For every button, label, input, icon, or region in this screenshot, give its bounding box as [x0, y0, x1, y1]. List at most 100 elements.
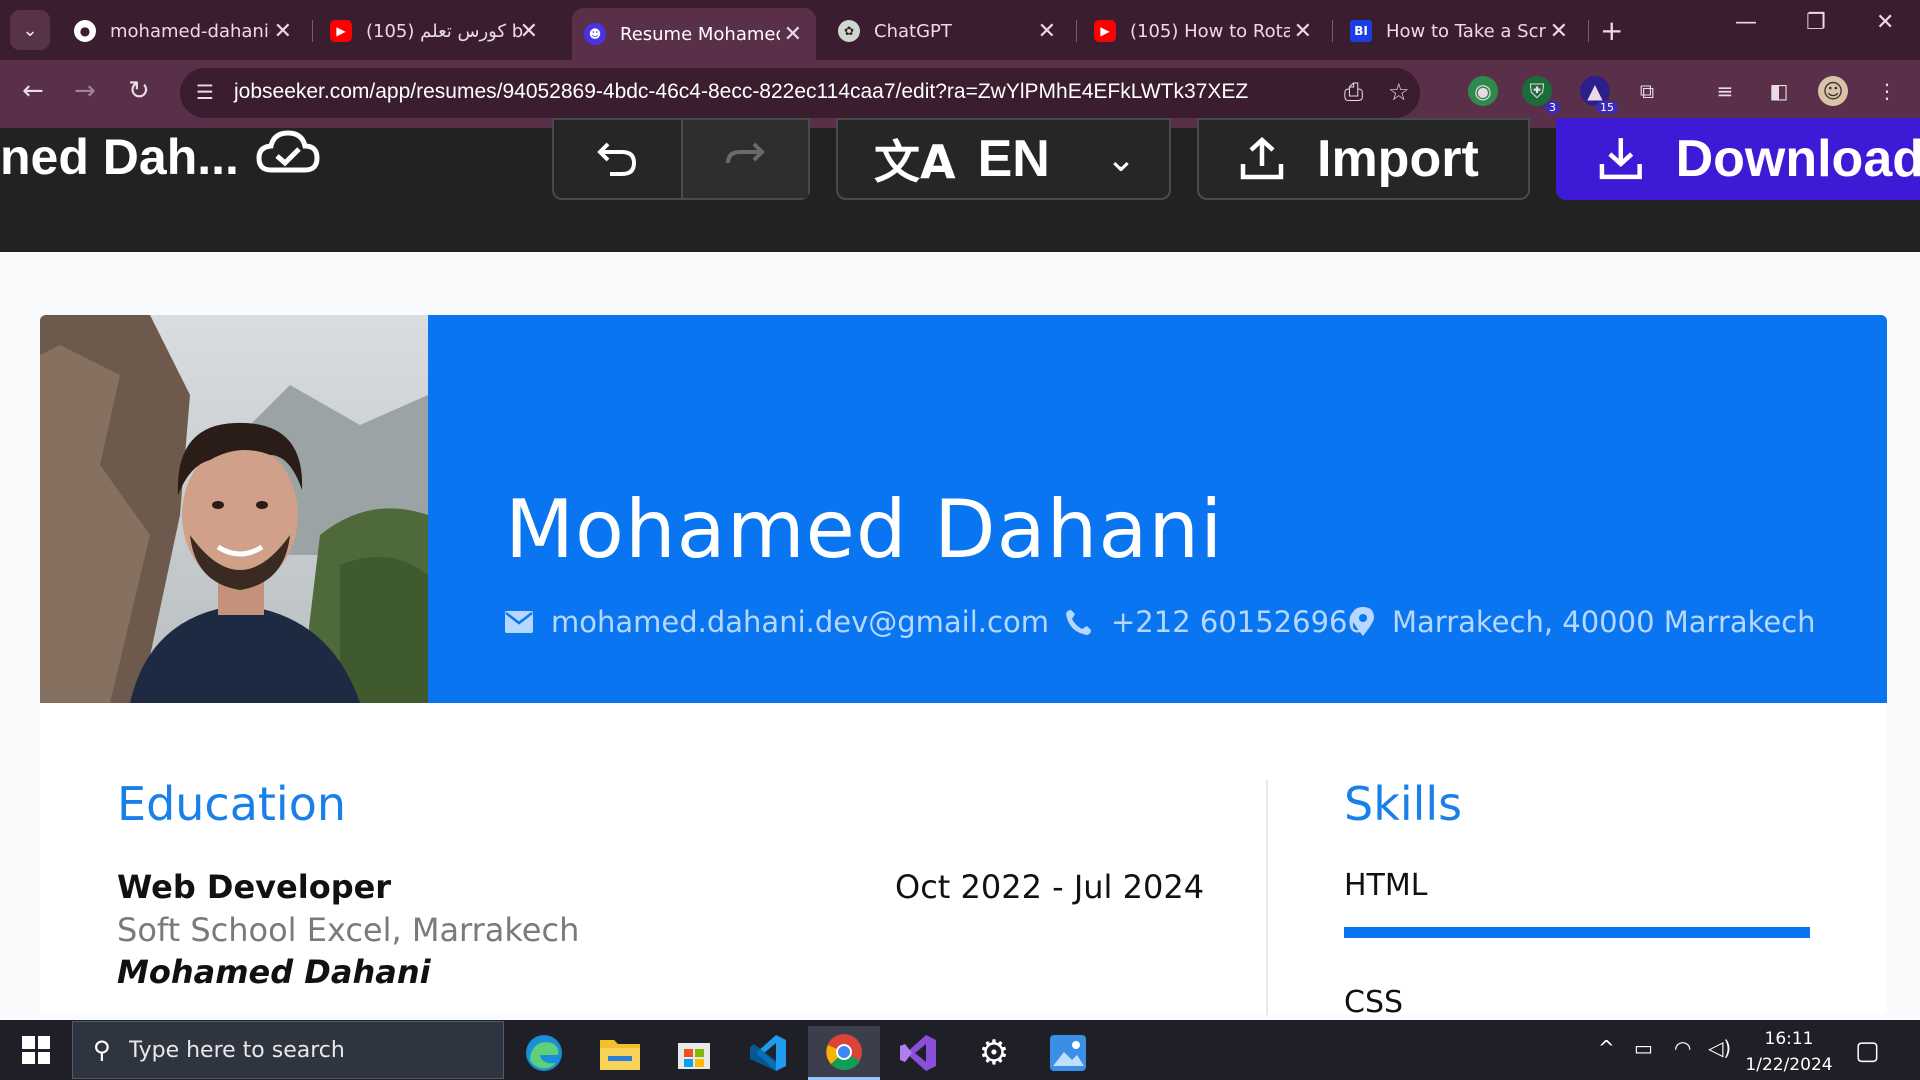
- close-icon[interactable]: ✕: [1550, 19, 1568, 44]
- tab-youtube-course[interactable]: ▶ (105) كورس تعلم b ✕: [318, 8, 552, 54]
- tab-youtube-rotate[interactable]: ▶ (105) How to Rotat ✕: [1082, 8, 1326, 54]
- show-hidden-icons-chevron-icon[interactable]: ^: [1598, 1036, 1615, 1060]
- reload-button[interactable]: ↻: [128, 76, 150, 106]
- notification-center-icon[interactable]: ▢: [1855, 1036, 1880, 1066]
- edge-icon: [526, 1035, 562, 1071]
- taskbar-chrome[interactable]: [808, 1026, 880, 1080]
- install-app-icon[interactable]: ⎙: [1344, 78, 1363, 106]
- contact-phone[interactable]: +212 601526966: [1065, 605, 1366, 639]
- contact-location[interactable]: Marrakech, 40000 Marrakech: [1352, 605, 1816, 639]
- wifi-icon[interactable]: ◠: [1674, 1036, 1691, 1060]
- tab-title: Resume Mohamed: [620, 23, 780, 45]
- chrome-icon: [826, 1033, 862, 1070]
- chrome-menu-icon[interactable]: ⋮: [1872, 76, 1902, 106]
- skill-level-fill: [1344, 927, 1810, 938]
- battery-icon[interactable]: ▭: [1634, 1036, 1653, 1060]
- translate-icon: 文A: [874, 135, 956, 189]
- undo-button[interactable]: [554, 120, 681, 198]
- extension-badge: 3: [1545, 101, 1560, 114]
- minimize-button[interactable]: —: [1735, 10, 1757, 35]
- skill-level-bar: [1344, 927, 1810, 938]
- tab-resume[interactable]: ☻ Resume Mohamed ✕: [572, 8, 816, 60]
- taskbar-photos[interactable]: [1032, 1026, 1104, 1080]
- extension-graduation-icon[interactable]: ▲ 15: [1580, 76, 1618, 114]
- taskbar-search-input[interactable]: [128, 1037, 409, 1063]
- candidate-name[interactable]: Mohamed Dahani: [505, 483, 1223, 576]
- back-button[interactable]: ←: [22, 76, 44, 106]
- taskbar-search[interactable]: ⚲: [72, 1021, 504, 1079]
- visual-studio-icon: [900, 1035, 936, 1071]
- tab-separator: [1588, 20, 1589, 42]
- close-icon[interactable]: ✕: [1038, 19, 1056, 44]
- close-window-button[interactable]: ✕: [1876, 10, 1894, 35]
- bookmark-star-icon[interactable]: ☆: [1388, 78, 1410, 106]
- folder-icon: [600, 1040, 640, 1070]
- education-person[interactable]: Mohamed Dahani: [117, 953, 431, 991]
- envelope-icon: [505, 611, 533, 633]
- resume-name[interactable]: ned Dah...: [0, 128, 239, 186]
- close-icon[interactable]: ✕: [784, 22, 802, 47]
- url-text[interactable]: jobseeker.com/app/resumes/94052869-4bdc-…: [234, 80, 1248, 104]
- tab-title: (105) كورس تعلم b: [366, 20, 524, 42]
- column-divider: [1266, 780, 1268, 1015]
- tab-title: mohamed-dahani-: [110, 20, 270, 42]
- upload-icon: [1240, 136, 1284, 180]
- skill-name[interactable]: CSS: [1344, 985, 1403, 1015]
- download-label: Download: [1675, 130, 1920, 188]
- skill-name[interactable]: HTML: [1344, 868, 1427, 903]
- resume-header-banner: Mohamed Dahani mohamed.dahani.dev@gmail.…: [40, 315, 1887, 703]
- chevron-down-icon: ⌄: [1105, 138, 1137, 180]
- cloud-saved-icon: [255, 128, 321, 191]
- media-control-icon[interactable]: ≡: [1710, 76, 1740, 106]
- windows-taskbar: ⚲ ⚙ ^ ▭ ◠ ◁) 16:11 1/22/2024 ▢: [0, 1020, 1920, 1080]
- chatgpt-icon: ✿: [838, 20, 860, 42]
- address-bar[interactable]: ☰ jobseeker.com/app/resumes/94052869-4bd…: [180, 68, 1420, 118]
- new-tab-button[interactable]: +: [1600, 14, 1623, 47]
- language-label: EN: [977, 130, 1050, 188]
- extensions-puzzle-icon[interactable]: ⧉: [1632, 76, 1662, 106]
- profile-avatar-icon[interactable]: ☺: [1818, 76, 1848, 106]
- restore-button[interactable]: ❐: [1806, 10, 1826, 35]
- extension-globe-icon[interactable]: ◉: [1468, 76, 1498, 106]
- tab-screenshot-article[interactable]: BI How to Take a Scre ✕: [1338, 8, 1582, 54]
- import-button[interactable]: Import: [1197, 118, 1530, 200]
- extension-badge: 15: [1596, 101, 1618, 114]
- tab-github[interactable]: ● mohamed-dahani- ✕: [62, 8, 306, 54]
- taskbar-settings[interactable]: ⚙: [958, 1026, 1030, 1080]
- site-info-icon[interactable]: ☰: [196, 80, 214, 104]
- tab-title: (105) How to Rotat: [1130, 20, 1290, 42]
- education-school[interactable]: Soft School Excel, Marrakech: [117, 911, 579, 949]
- tab-title: How to Take a Scre: [1386, 20, 1546, 42]
- youtube-icon: ▶: [330, 20, 352, 42]
- tab-title: ChatGPT: [874, 20, 952, 42]
- jobseeker-icon: ☻: [584, 23, 606, 45]
- volume-icon[interactable]: ◁): [1708, 1036, 1731, 1060]
- skills-heading[interactable]: Skills: [1344, 777, 1462, 831]
- tab-chatgpt[interactable]: ✿ ChatGPT ✕: [826, 8, 1070, 54]
- forward-button[interactable]: →: [74, 76, 96, 106]
- undo-icon: [597, 142, 637, 176]
- education-dates[interactable]: Oct 2022 - Jul 2024: [895, 868, 1204, 906]
- profile-photo[interactable]: [40, 315, 428, 703]
- extension-shield-icon[interactable]: ⛨ 3: [1522, 76, 1560, 114]
- close-icon[interactable]: ✕: [520, 19, 538, 44]
- close-icon[interactable]: ✕: [1294, 19, 1312, 44]
- tab-search-button[interactable]: ⌄: [10, 10, 50, 50]
- download-button[interactable]: Download: [1556, 118, 1920, 200]
- education-role[interactable]: Web Developer: [117, 868, 391, 906]
- taskbar-edge[interactable]: [508, 1026, 580, 1080]
- taskbar-visual-studio[interactable]: [882, 1026, 954, 1080]
- windows-start-button[interactable]: [22, 1036, 50, 1064]
- undo-redo-group: [552, 118, 810, 200]
- taskbar-vscode[interactable]: [732, 1026, 804, 1080]
- side-panel-icon[interactable]: ◧: [1764, 76, 1794, 106]
- close-icon[interactable]: ✕: [274, 19, 292, 44]
- contact-email[interactable]: mohamed.dahani.dev@gmail.com: [505, 605, 1049, 639]
- language-selector[interactable]: 文A EN ⌄: [836, 118, 1171, 200]
- taskbar-microsoft-store[interactable]: [658, 1026, 730, 1080]
- taskbar-file-explorer[interactable]: [584, 1026, 656, 1080]
- photos-icon: [1050, 1035, 1086, 1071]
- taskbar-clock[interactable]: 16:11 1/22/2024: [1734, 1026, 1844, 1078]
- education-heading[interactable]: Education: [117, 777, 346, 831]
- redo-button[interactable]: [680, 120, 808, 198]
